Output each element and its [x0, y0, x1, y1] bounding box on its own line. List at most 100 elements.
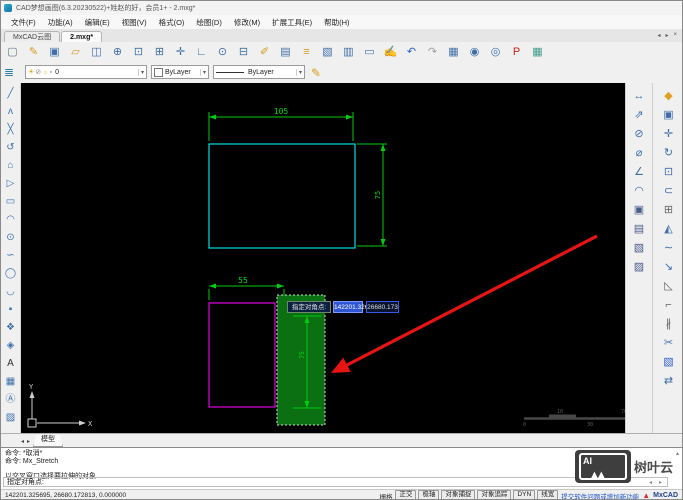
chevron-down-icon[interactable]: ▾ [199, 68, 206, 76]
status-toggle-button[interactable]: 正交 [395, 490, 417, 499]
arc-3point-icon[interactable]: ◠ [2, 211, 20, 229]
send-to-back-icon[interactable]: ▤ [629, 220, 649, 239]
scale-icon[interactable]: ⊡ [659, 163, 679, 182]
redo-icon[interactable]: ↷ [423, 44, 442, 61]
menu-item[interactable]: 视图(V) [116, 17, 153, 28]
move-icon[interactable]: ✛ [659, 125, 679, 144]
join-icon[interactable]: ⇄ [659, 372, 679, 391]
command-prompt-input[interactable]: 指定对角点: [3, 477, 668, 487]
dyn-x-input[interactable]: 142201.326 [333, 301, 368, 313]
menu-item[interactable]: 帮助(H) [318, 17, 355, 28]
menu-item[interactable]: 扩展工具(E) [266, 17, 318, 28]
break-icon[interactable]: ∦ [659, 315, 679, 334]
named-view-icon[interactable]: ⊟ [234, 44, 253, 61]
linear-dimension-icon[interactable]: ↔ [629, 87, 649, 106]
block-library-icon[interactable]: ▧ [318, 44, 337, 61]
layers-icon[interactable]: ≣ [4, 65, 14, 79]
new-file-icon[interactable]: ▢ [3, 44, 22, 61]
menu-item[interactable]: 绘图(D) [190, 17, 227, 28]
tab-drawing-2mxg[interactable]: 2.mxg* [61, 31, 103, 42]
chamfer-icon[interactable]: ◺ [659, 277, 679, 296]
text-style-icon[interactable]: ≡ [297, 44, 316, 61]
draw-tool-icon[interactable]: ✐ [255, 44, 274, 61]
tab-prev-icon[interactable]: ◂ [657, 32, 660, 39]
bring-above-icon[interactable]: ▧ [629, 239, 649, 258]
hatch-tool-icon[interactable]: ▨ [2, 409, 20, 427]
model-tab[interactable]: 模型 [33, 435, 64, 447]
menu-item[interactable]: 修改(M) [228, 17, 266, 28]
stretch-icon[interactable]: ↘ [659, 258, 679, 277]
status-toggle-button[interactable]: 对象追踪 [477, 490, 512, 499]
block-insert-icon[interactable]: ❖ [2, 319, 20, 337]
model-prev-icon[interactable]: ◂ [21, 438, 24, 445]
color-select[interactable]: ByLayer ▾ [151, 65, 209, 79]
web-publish-icon[interactable]: ◉ [465, 44, 484, 61]
mirror-icon[interactable]: ◭ [659, 220, 679, 239]
menu-item[interactable]: 编辑(E) [79, 17, 116, 28]
arc-tool-icon[interactable]: ↺ [2, 139, 20, 157]
print-icon[interactable]: ▦ [444, 44, 463, 61]
trim-icon[interactable]: ✂ [659, 334, 679, 353]
erase-icon[interactable]: ◆ [659, 87, 679, 106]
array-icon[interactable]: ⊞ [659, 201, 679, 220]
arc-dimension-icon[interactable]: ◠ [629, 182, 649, 201]
solid-box-icon[interactable]: ▧ [659, 353, 679, 372]
point-tool-icon[interactable]: ▪ [2, 301, 20, 319]
menu-item[interactable]: 格式(O) [153, 17, 191, 28]
sketch-icon[interactable]: ✎ [24, 44, 43, 61]
rectangle-bottom[interactable] [208, 302, 276, 408]
line-tool-icon[interactable]: ╱ [2, 85, 20, 103]
rectangle-top[interactable] [208, 143, 356, 249]
scroll-up-icon[interactable]: ▴ [676, 450, 679, 457]
menu-item[interactable]: 功能(A) [42, 17, 79, 28]
block-edit-icon[interactable]: ◈ [2, 337, 20, 355]
grid-toggle[interactable]: 栅格 [379, 491, 392, 500]
image-tool-icon[interactable]: ▦ [2, 373, 20, 391]
feedback-link[interactable]: 提交软件问题或增加新功能 [561, 491, 639, 500]
construction-line-icon[interactable]: ╳ [2, 121, 20, 139]
model-next-icon[interactable]: ▸ [27, 438, 30, 445]
draw-pencil-icon[interactable]: ✎ [311, 65, 321, 82]
web-browse-icon[interactable]: ◎ [486, 44, 505, 61]
save-icon[interactable]: ▣ [45, 44, 64, 61]
rotate-icon[interactable]: ↻ [659, 144, 679, 163]
open-file-icon[interactable]: ▱ [66, 44, 85, 61]
text-tool-icon[interactable]: A [2, 355, 20, 373]
spline-edit-icon[interactable]: ∼ [659, 239, 679, 258]
save-as-icon[interactable]: ◫ [87, 44, 106, 61]
zoom-extents-icon[interactable]: ⊞ [150, 44, 169, 61]
undo-icon[interactable]: ↶ [402, 44, 421, 61]
rectangle-tool-icon[interactable]: ▭ [2, 193, 20, 211]
offset-icon[interactable]: ⊂ [659, 182, 679, 201]
copy-icon[interactable]: ▣ [659, 106, 679, 125]
arc-cloud-icon[interactable]: ◡ [2, 283, 20, 301]
layer-manager-icon[interactable]: ▥ [339, 44, 358, 61]
bring-to-front-icon[interactable]: ▣ [629, 201, 649, 220]
dimension-105[interactable] [208, 112, 354, 141]
fillet-icon[interactable]: ⌐ [659, 296, 679, 315]
drawing-canvas[interactable]: 105 75 55 75 Y X 0 10 30 7 指定对角点: 142201… [21, 83, 625, 433]
linetype-select[interactable]: ByLayer ▾ [213, 65, 305, 79]
color-palette-icon[interactable]: ▤ [276, 44, 295, 61]
zoom-in-icon[interactable]: ⊕ [108, 44, 127, 61]
dimension-75-right[interactable] [357, 143, 387, 247]
dyn-y-input[interactable]: 26680.173 [366, 301, 399, 313]
ellipse-tool-icon[interactable]: ◯ [2, 265, 20, 283]
export-pdf-icon[interactable]: P [507, 44, 526, 61]
attribute-text-icon[interactable]: Ⓐ [2, 391, 20, 409]
status-toggle-button[interactable]: 极轴 [418, 490, 440, 499]
chevron-down-icon[interactable]: ▾ [137, 68, 144, 76]
zoom-window-icon[interactable]: ⊡ [129, 44, 148, 61]
menu-item[interactable]: 文件(F) [5, 17, 42, 28]
angular-dimension-icon[interactable]: ∠ [629, 163, 649, 182]
aligned-dimension-icon[interactable]: ⇗ [629, 106, 649, 125]
polygon-tool-icon[interactable]: ⌂ [2, 157, 20, 175]
diameter-dimension-icon[interactable]: ⌀ [629, 144, 649, 163]
ucs-axis-icon[interactable]: ∟ [192, 44, 211, 61]
zoom-object-icon[interactable]: ⊙ [213, 44, 232, 61]
select-icon[interactable]: ▭ [360, 44, 379, 61]
pan-icon[interactable]: ✛ [171, 44, 190, 61]
polyline-tool-icon[interactable]: ʌ [2, 103, 20, 121]
layer-select[interactable]: ☀⊘☼▫ 0 ▾ [25, 65, 147, 79]
tab-close-icon[interactable]: × [673, 32, 677, 39]
